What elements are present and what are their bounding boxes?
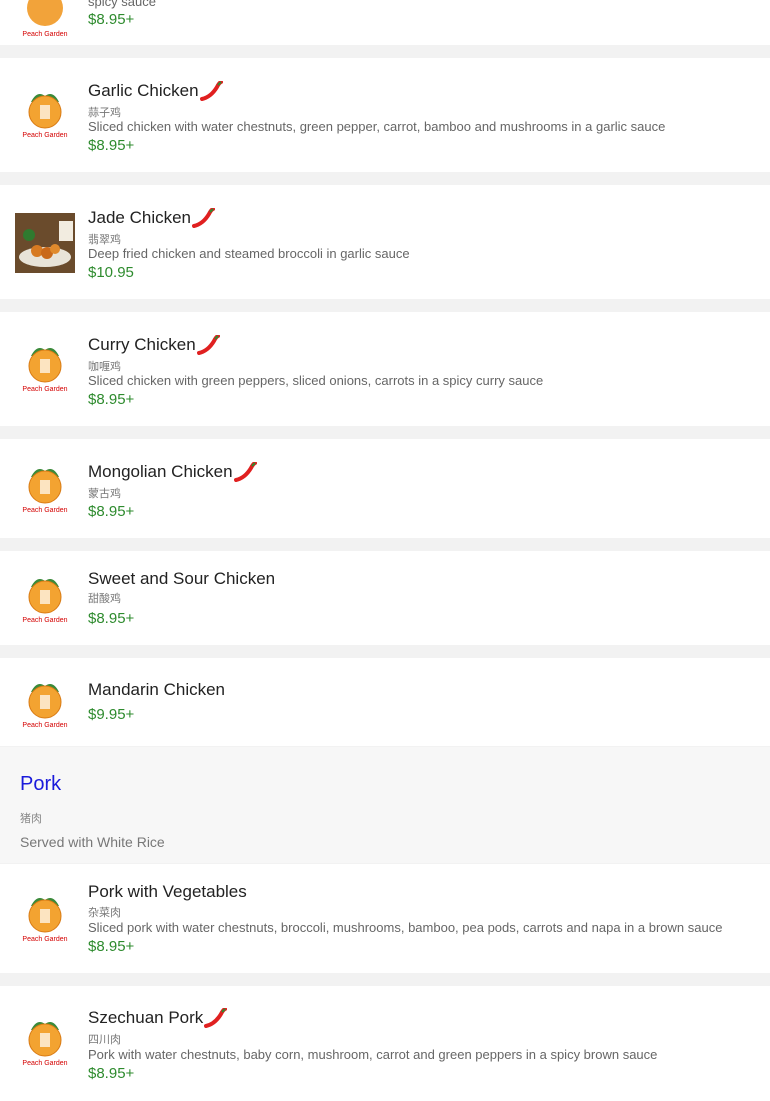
item-price: $9.95+ bbox=[88, 706, 135, 723]
item-chinese-name: 蒙古鸡 bbox=[88, 488, 121, 500]
peach-garden-logo: Peach Garden bbox=[22, 684, 68, 729]
svg-text:Peach Garden: Peach Garden bbox=[22, 1060, 67, 1067]
svg-text:Peach Garden: Peach Garden bbox=[22, 31, 67, 38]
menu-item[interactable]: Peach Garden Szechuan Pork 四川肉 Pork with… bbox=[0, 986, 770, 1101]
dish-photo bbox=[15, 213, 75, 273]
item-name: Pork with Vegetables bbox=[88, 882, 247, 901]
peach-garden-logo: Peach Garden bbox=[22, 579, 68, 624]
item-name: Jade Chicken bbox=[88, 208, 192, 227]
item-description: Sliced chicken with water chestnuts, gre… bbox=[88, 119, 666, 134]
category-chinese-title: 猪肉 bbox=[20, 813, 42, 825]
item-description: Sliced pork with water chestnuts, brocco… bbox=[88, 920, 723, 935]
item-chinese-name: 翡翠鸡 bbox=[88, 234, 121, 246]
spicy-pepper-icon bbox=[196, 335, 220, 355]
peach-garden-logo: Peach Garden bbox=[22, 94, 68, 139]
category-note: Served with White Rice bbox=[20, 834, 165, 850]
item-price: $8.95+ bbox=[88, 391, 135, 408]
spicy-pepper-icon bbox=[192, 208, 216, 228]
category-header: Pork 猪肉 Served with White Rice bbox=[0, 747, 770, 863]
menu-item[interactable]: Jade Chicken 翡翠鸡 Deep fried chicken and … bbox=[0, 185, 770, 299]
menu-item[interactable]: Peach Garden Mongolian Chicken 蒙古鸡 $8.95… bbox=[0, 439, 770, 538]
peach-garden-logo: Peach Garden bbox=[22, 469, 68, 514]
svg-text:Peach Garden: Peach Garden bbox=[22, 386, 67, 393]
item-chinese-name: 四川肉 bbox=[88, 1034, 121, 1046]
svg-text:Peach Garden: Peach Garden bbox=[22, 936, 67, 943]
item-price: $8.95+ bbox=[88, 938, 135, 955]
item-price: $8.95+ bbox=[88, 610, 135, 627]
menu-item[interactable]: Peach Garden Curry Chicken 咖喱鸡 Sliced ch… bbox=[0, 312, 770, 426]
item-price: $8.95+ bbox=[88, 1065, 135, 1082]
item-description: Pork with water chestnuts, baby corn, mu… bbox=[88, 1047, 658, 1062]
svg-text:Peach Garden: Peach Garden bbox=[22, 617, 67, 624]
peach-garden-logo: Peach Garden bbox=[22, 898, 68, 943]
item-chinese-name: 杂菜肉 bbox=[88, 907, 121, 919]
menu-item[interactable]: Peach Garden Pork with Vegetables 杂菜肉 Sl… bbox=[0, 864, 770, 973]
item-name: Szechuan Pork bbox=[88, 1008, 204, 1027]
item-price: $8.95+ bbox=[88, 11, 135, 28]
spicy-pepper-icon bbox=[204, 1008, 228, 1028]
item-chinese-name: 甜酸鸡 bbox=[88, 593, 121, 605]
item-chinese-name: 咖喱鸡 bbox=[88, 361, 121, 373]
menu-item-partial[interactable]: Peach Garden spicy sauce $8.95+ bbox=[0, 0, 770, 45]
category-title[interactable]: Pork bbox=[20, 773, 61, 796]
svg-text:Peach Garden: Peach Garden bbox=[22, 132, 67, 139]
peach-garden-logo: Peach Garden bbox=[22, 0, 68, 38]
svg-text:Peach Garden: Peach Garden bbox=[22, 722, 67, 729]
item-name: Mandarin Chicken bbox=[88, 680, 226, 699]
item-price: $8.95+ bbox=[88, 503, 135, 520]
item-description: Sliced chicken with green peppers, slice… bbox=[88, 373, 544, 388]
item-name: Sweet and Sour Chicken bbox=[88, 569, 276, 588]
menu-item[interactable]: Peach Garden Garlic Chicken 蒜子鸡 Sliced c… bbox=[0, 58, 770, 172]
item-description: spicy sauce bbox=[88, 0, 156, 9]
item-price: $10.95 bbox=[88, 264, 134, 281]
item-name: Garlic Chicken bbox=[88, 81, 199, 100]
item-name: Curry Chicken bbox=[88, 335, 196, 354]
item-name: Mongolian Chicken bbox=[88, 462, 233, 481]
peach-garden-logo: Peach Garden bbox=[22, 348, 68, 393]
item-chinese-name: 蒜子鸡 bbox=[88, 107, 121, 119]
menu-item[interactable]: Peach Garden Sweet and Sour Chicken 甜酸鸡 … bbox=[0, 551, 770, 645]
spicy-pepper-icon bbox=[233, 462, 257, 482]
spicy-pepper-icon bbox=[199, 81, 223, 101]
peach-garden-logo: Peach Garden bbox=[22, 1022, 68, 1067]
item-price: $8.95+ bbox=[88, 137, 135, 154]
menu-item[interactable]: Peach Garden Mandarin Chicken $9.95+ bbox=[0, 658, 770, 746]
svg-text:Peach Garden: Peach Garden bbox=[22, 507, 67, 514]
item-description: Deep fried chicken and steamed broccoli … bbox=[88, 246, 410, 261]
